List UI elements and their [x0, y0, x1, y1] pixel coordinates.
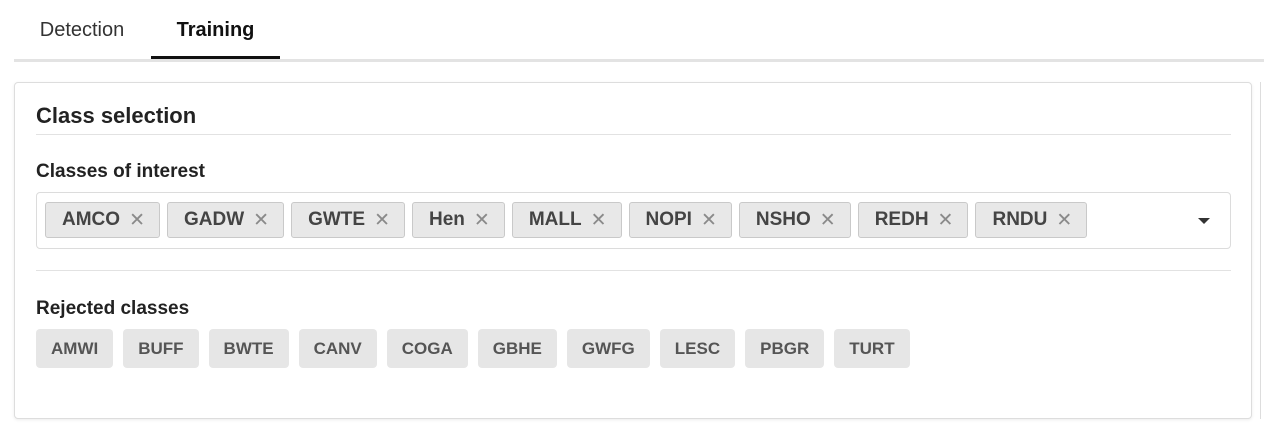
title-divider — [36, 134, 1231, 135]
close-icon[interactable]: ✕ — [129, 209, 145, 232]
chip-label: REDH — [874, 209, 929, 230]
rejected-class-chip[interactable]: BUFF — [123, 329, 199, 368]
selected-class-chips: AMCO ✕ GADW ✕ GWTE ✕ Hen ✕ MALL ✕ NOPI ✕ — [45, 202, 1088, 238]
close-icon[interactable]: ✕ — [591, 209, 607, 232]
selected-class-chip: NSHO ✕ — [738, 202, 851, 238]
close-icon[interactable]: ✕ — [938, 209, 954, 232]
section-divider — [36, 270, 1231, 271]
close-icon[interactable]: ✕ — [474, 209, 490, 232]
classes-of-interest-select[interactable]: AMCO ✕ GADW ✕ GWTE ✕ Hen ✕ MALL ✕ NOPI ✕ — [36, 192, 1231, 249]
rejected-classes-label: Rejected classes — [36, 298, 190, 319]
chip-label: NSHO — [755, 209, 811, 230]
rejected-class-chip[interactable]: GWFG — [566, 329, 650, 368]
rejected-class-chip[interactable]: CANV — [298, 329, 377, 368]
rejected-class-chip[interactable]: TURT — [834, 329, 910, 368]
rejected-class-chip[interactable]: COGA — [386, 329, 468, 368]
chip-label: RNDU — [992, 209, 1048, 230]
classes-of-interest-label: Classes of interest — [36, 161, 205, 182]
rejected-class-chip[interactable]: LESC — [659, 329, 736, 368]
close-icon[interactable]: ✕ — [701, 209, 717, 232]
chip-label: Hen — [428, 209, 465, 230]
selected-class-chip: REDH ✕ — [857, 202, 969, 238]
close-icon[interactable]: ✕ — [253, 209, 269, 232]
selected-class-chip: NOPI ✕ — [628, 202, 732, 238]
selected-class-chip: Hen ✕ — [411, 202, 505, 238]
close-icon[interactable]: ✕ — [374, 209, 390, 232]
selected-class-chip: MALL ✕ — [511, 202, 622, 238]
rejected-class-chips: AMWI BUFF BWTE CANV COGA GBHE GWFG LESC … — [36, 329, 910, 368]
rejected-class-chip[interactable]: BWTE — [208, 329, 289, 368]
chip-label: NOPI — [645, 209, 692, 230]
caret-down-icon[interactable] — [1198, 218, 1210, 224]
selected-class-chip: GWTE ✕ — [291, 202, 405, 238]
rejected-class-chip[interactable]: GBHE — [477, 329, 557, 368]
tab-bar: Detection Training — [14, 0, 1264, 62]
selected-class-chip: GADW ✕ — [166, 202, 285, 238]
class-selection-panel: Class selection Classes of interest AMCO… — [14, 82, 1252, 419]
selected-class-chip: RNDU ✕ — [975, 202, 1088, 238]
chip-label: AMCO — [62, 209, 121, 230]
selected-class-chip: AMCO ✕ — [45, 202, 160, 238]
tab-detection[interactable]: Detection — [24, 0, 140, 59]
rejected-class-chip[interactable]: PBGR — [745, 329, 825, 368]
chip-label: GADW — [183, 209, 245, 230]
chip-label: MALL — [528, 209, 582, 230]
chip-label: GWTE — [308, 209, 366, 230]
adjacent-panel-edge — [1260, 82, 1264, 419]
close-icon[interactable]: ✕ — [1056, 209, 1072, 232]
close-icon[interactable]: ✕ — [820, 209, 836, 232]
rejected-class-chip[interactable]: AMWI — [36, 329, 114, 368]
tab-training[interactable]: Training — [151, 0, 280, 59]
panel-title: Class selection — [36, 103, 197, 128]
